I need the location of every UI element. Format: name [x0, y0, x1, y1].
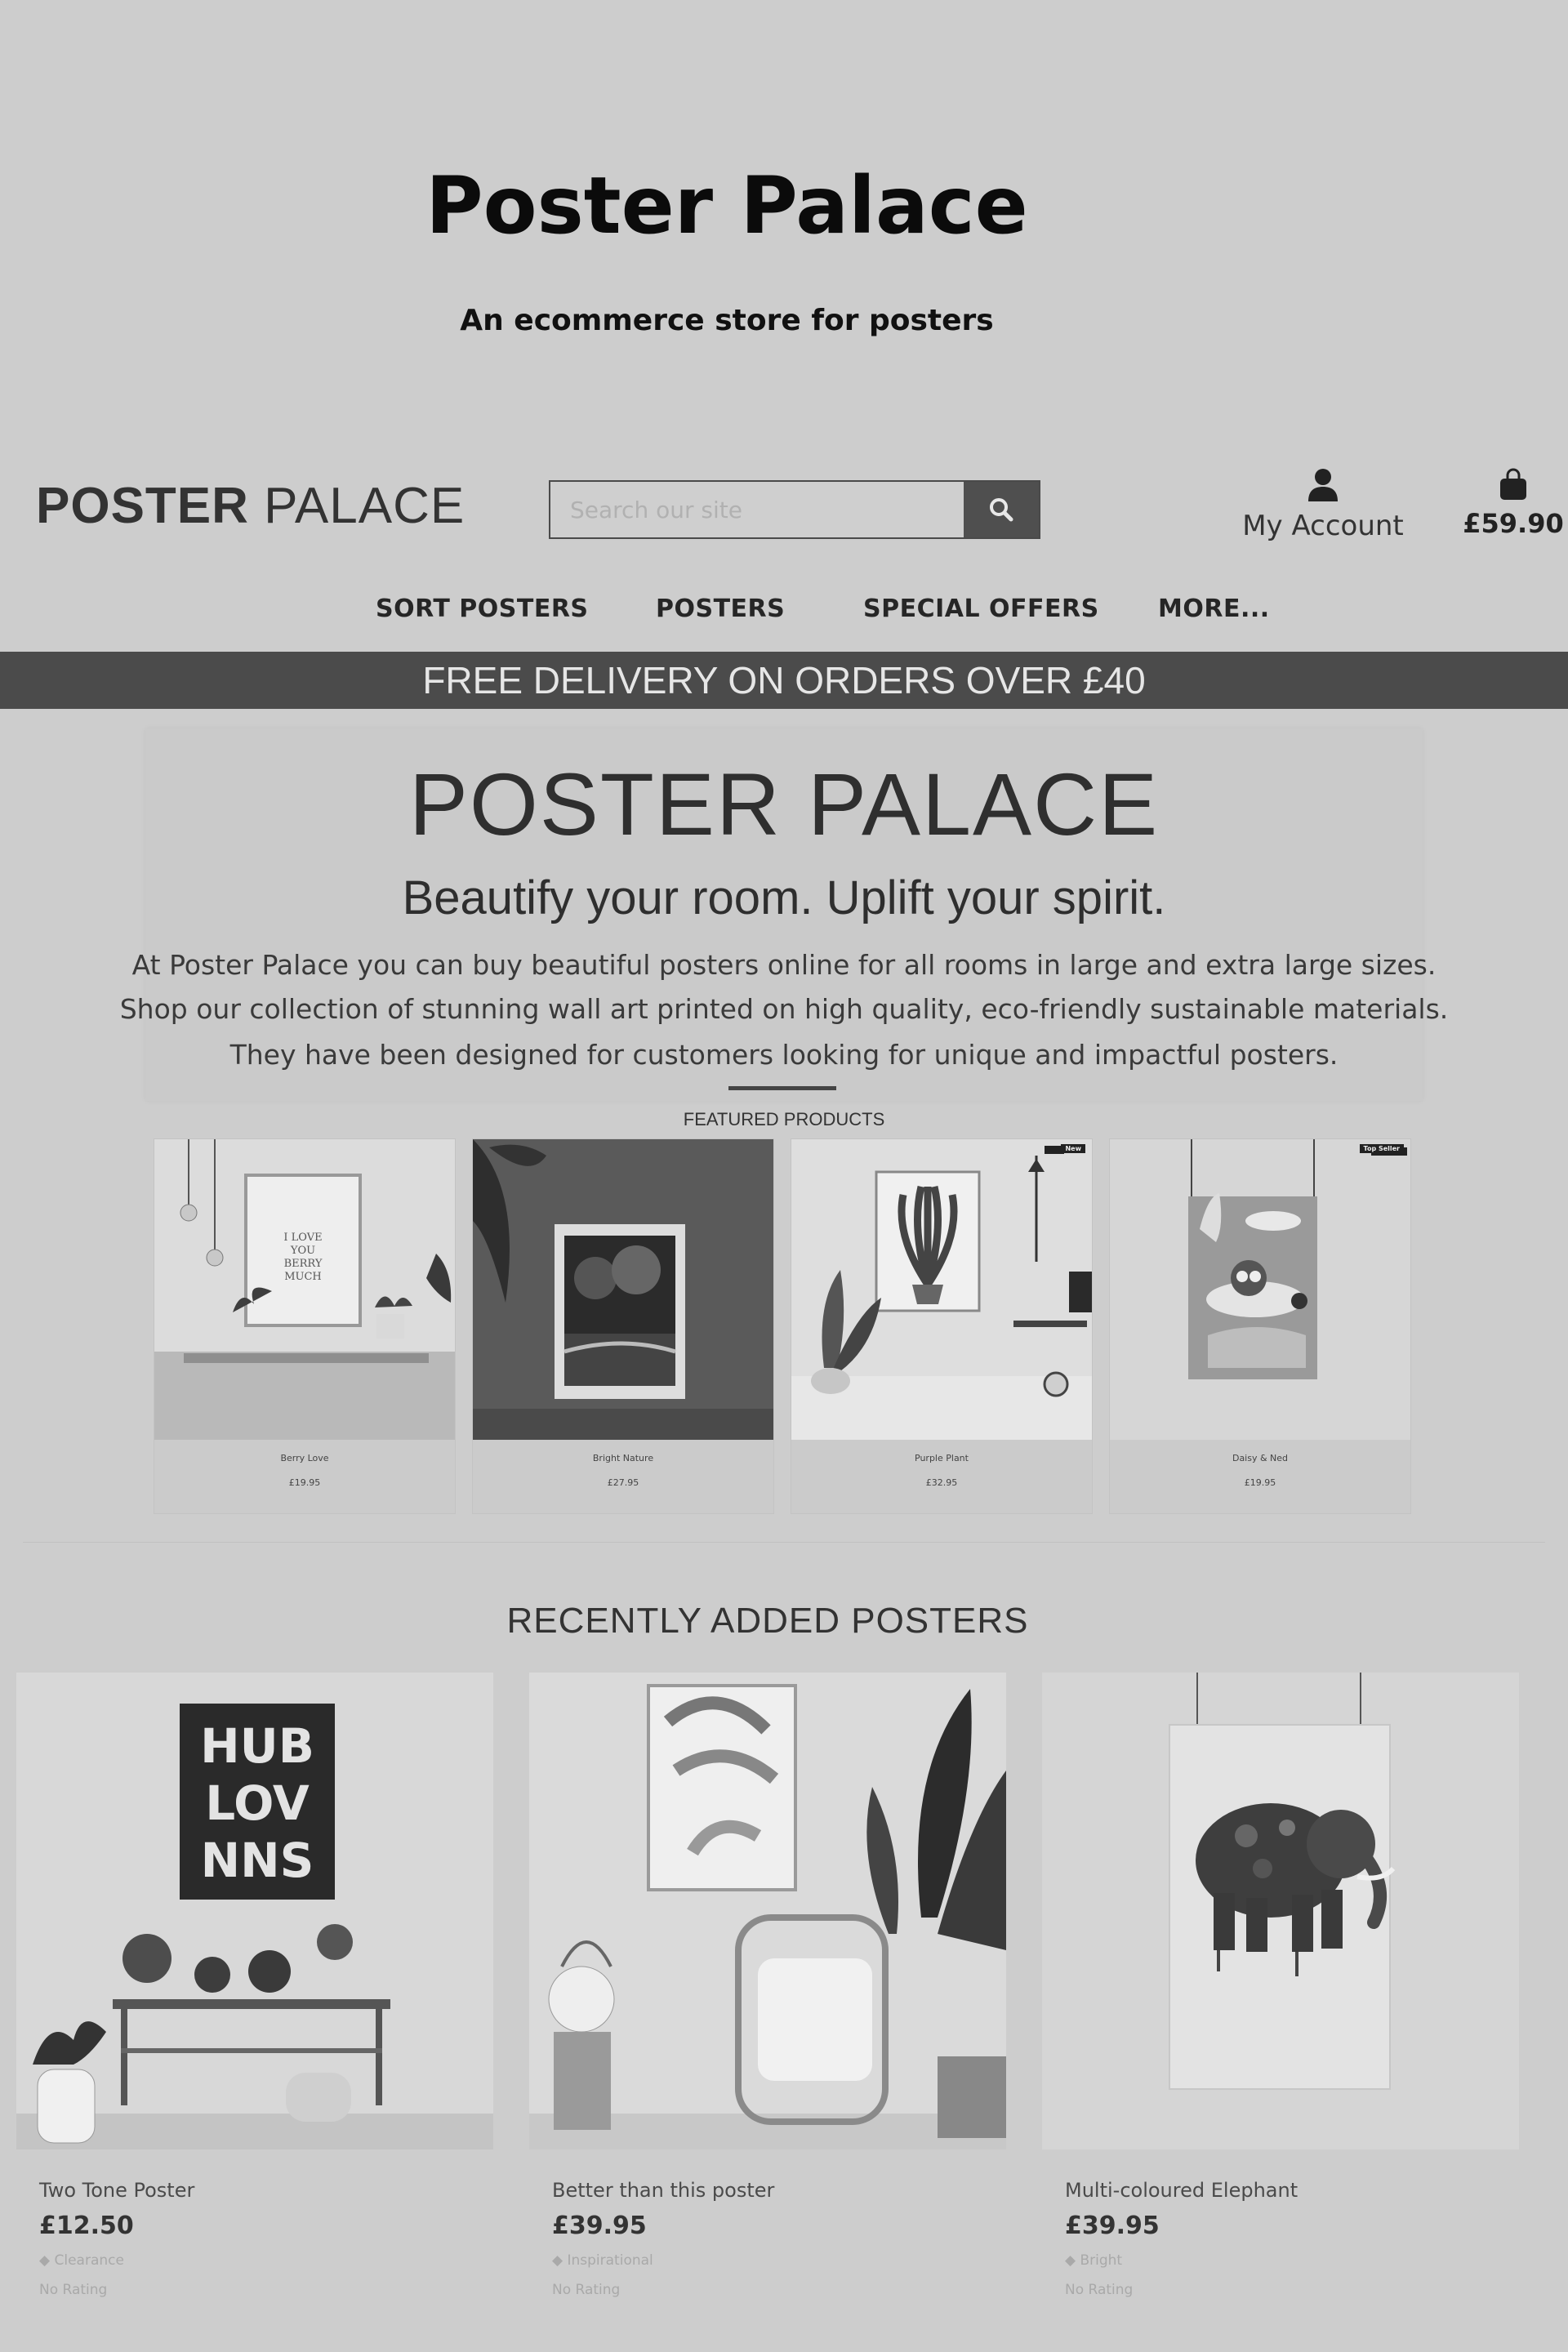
svg-text:LOV: LOV [205, 1775, 310, 1831]
poster-text: I LOVE [283, 1232, 322, 1244]
user-icon [1308, 469, 1338, 501]
product-price: £32.95 [925, 1477, 958, 1488]
nav-special-offers[interactable]: SPECIAL OFFERS [863, 595, 1099, 623]
product-category-tag[interactable]: ◆ Bright [1065, 2252, 1122, 2269]
product-category-tag[interactable]: ◆ Inspirational [552, 2252, 653, 2269]
tag-icon: ◆ [39, 2252, 51, 2269]
product-badge: Top Seller [1359, 1144, 1404, 1153]
hero-divider [728, 1086, 836, 1090]
featured-products-label: FEATURED PRODUCTS [683, 1109, 885, 1129]
search-input[interactable] [550, 482, 965, 537]
product-category-tag[interactable]: ◆ Clearance [39, 2252, 124, 2269]
poster-text: BERRY [284, 1258, 323, 1270]
shopping-bag-link[interactable]: £59.90 [1452, 467, 1568, 539]
product-name[interactable]: Bright Nature [473, 1453, 773, 1463]
nav-posters[interactable]: POSTERS [656, 595, 785, 623]
product-image-two-tone-poster[interactable]: HUB LOV NNS [16, 1673, 493, 2149]
cover-title: Poster Palace [425, 160, 1028, 252]
site-logo[interactable]: POSTER PALACE [36, 477, 465, 535]
logo-light-text: PALACE [264, 478, 466, 534]
featured-product-card[interactable]: New Purple Plant £32.95 [791, 1138, 1093, 1514]
my-account-label: My Account [1242, 510, 1404, 542]
hero-title: POSTER PALACE [408, 755, 1160, 853]
svg-text:HUB: HUB [200, 1718, 314, 1774]
product-price: £27.95 [607, 1477, 639, 1488]
hero-text-line: At Poster Palace you can buy beautiful p… [131, 949, 1437, 981]
free-delivery-banner: FREE DELIVERY ON ORDERS OVER £40 [0, 652, 1568, 709]
tag-icon: ◆ [1065, 2252, 1076, 2269]
featured-product-card[interactable]: I LOVE YOU BERRY MUCH Berry Love £19.95 [154, 1138, 456, 1514]
bag-total: £59.90 [1463, 508, 1564, 539]
product-image-better-than-this-poster[interactable] [529, 1673, 1006, 2149]
tag-icon: ◆ [552, 2252, 564, 2269]
product-name[interactable]: Daisy & Ned [1110, 1453, 1410, 1463]
svg-text:NNS: NNS [201, 1833, 314, 1888]
hero-text-line: They have been designed for customers lo… [229, 1039, 1339, 1071]
section-divider [23, 1542, 1545, 1543]
product-image-multi-coloured-elephant[interactable] [1042, 1673, 1519, 2149]
product-rating: No Rating [552, 2282, 621, 2298]
product-rating: No Rating [39, 2282, 108, 2298]
search-bar [549, 480, 1040, 539]
tag-label: Inspirational [567, 2252, 653, 2269]
nav-more[interactable]: MORE... [1158, 595, 1270, 623]
tag-label: Clearance [54, 2252, 124, 2269]
search-icon [990, 498, 1013, 522]
product-rating: No Rating [1065, 2282, 1134, 2298]
tag-label: Bright [1080, 2252, 1123, 2269]
product-name[interactable]: Berry Love [154, 1453, 455, 1463]
product-price: £39.95 [1065, 2212, 1160, 2240]
product-price: £39.95 [552, 2212, 647, 2240]
product-name[interactable]: Two Tone Poster [39, 2179, 194, 2202]
product-image-daisy-ned[interactable]: Top Seller [1110, 1139, 1410, 1440]
logo-bold-text: POSTER [36, 478, 249, 534]
search-button[interactable] [964, 482, 1039, 537]
product-image-purple-plant[interactable]: New [791, 1139, 1092, 1440]
recently-added-title: RECENTLY ADDED POSTERS [506, 1601, 1029, 1641]
product-price: £19.95 [288, 1477, 321, 1488]
shopping-bag-icon [1500, 468, 1526, 500]
product-image-bright-nature[interactable] [473, 1139, 773, 1440]
hero-text-line: Shop our collection of stunning wall art… [119, 993, 1449, 1025]
product-name[interactable]: Multi-coloured Elephant [1065, 2179, 1298, 2202]
product-name[interactable]: Purple Plant [791, 1453, 1092, 1463]
poster-text: MUCH [284, 1271, 322, 1283]
featured-product-card[interactable]: Top Seller Daisy & Ned £19.95 [1109, 1138, 1411, 1514]
product-badge: New [1061, 1144, 1085, 1153]
featured-product-card[interactable]: Bright Nature £27.95 [472, 1138, 774, 1514]
hero-subtitle: Beautify your room. Uplift your spirit. [402, 871, 1166, 924]
cover-subtitle: An ecommerce store for posters [460, 304, 994, 337]
product-price: £12.50 [39, 2212, 134, 2240]
product-price: £19.95 [1244, 1477, 1276, 1488]
product-image-berry-love[interactable]: I LOVE YOU BERRY MUCH [154, 1139, 455, 1440]
product-name[interactable]: Better than this poster [552, 2179, 774, 2202]
my-account-link[interactable]: My Account [1225, 467, 1421, 542]
nav-sort-posters[interactable]: SORT POSTERS [376, 595, 589, 623]
poster-text: YOU [290, 1245, 315, 1257]
